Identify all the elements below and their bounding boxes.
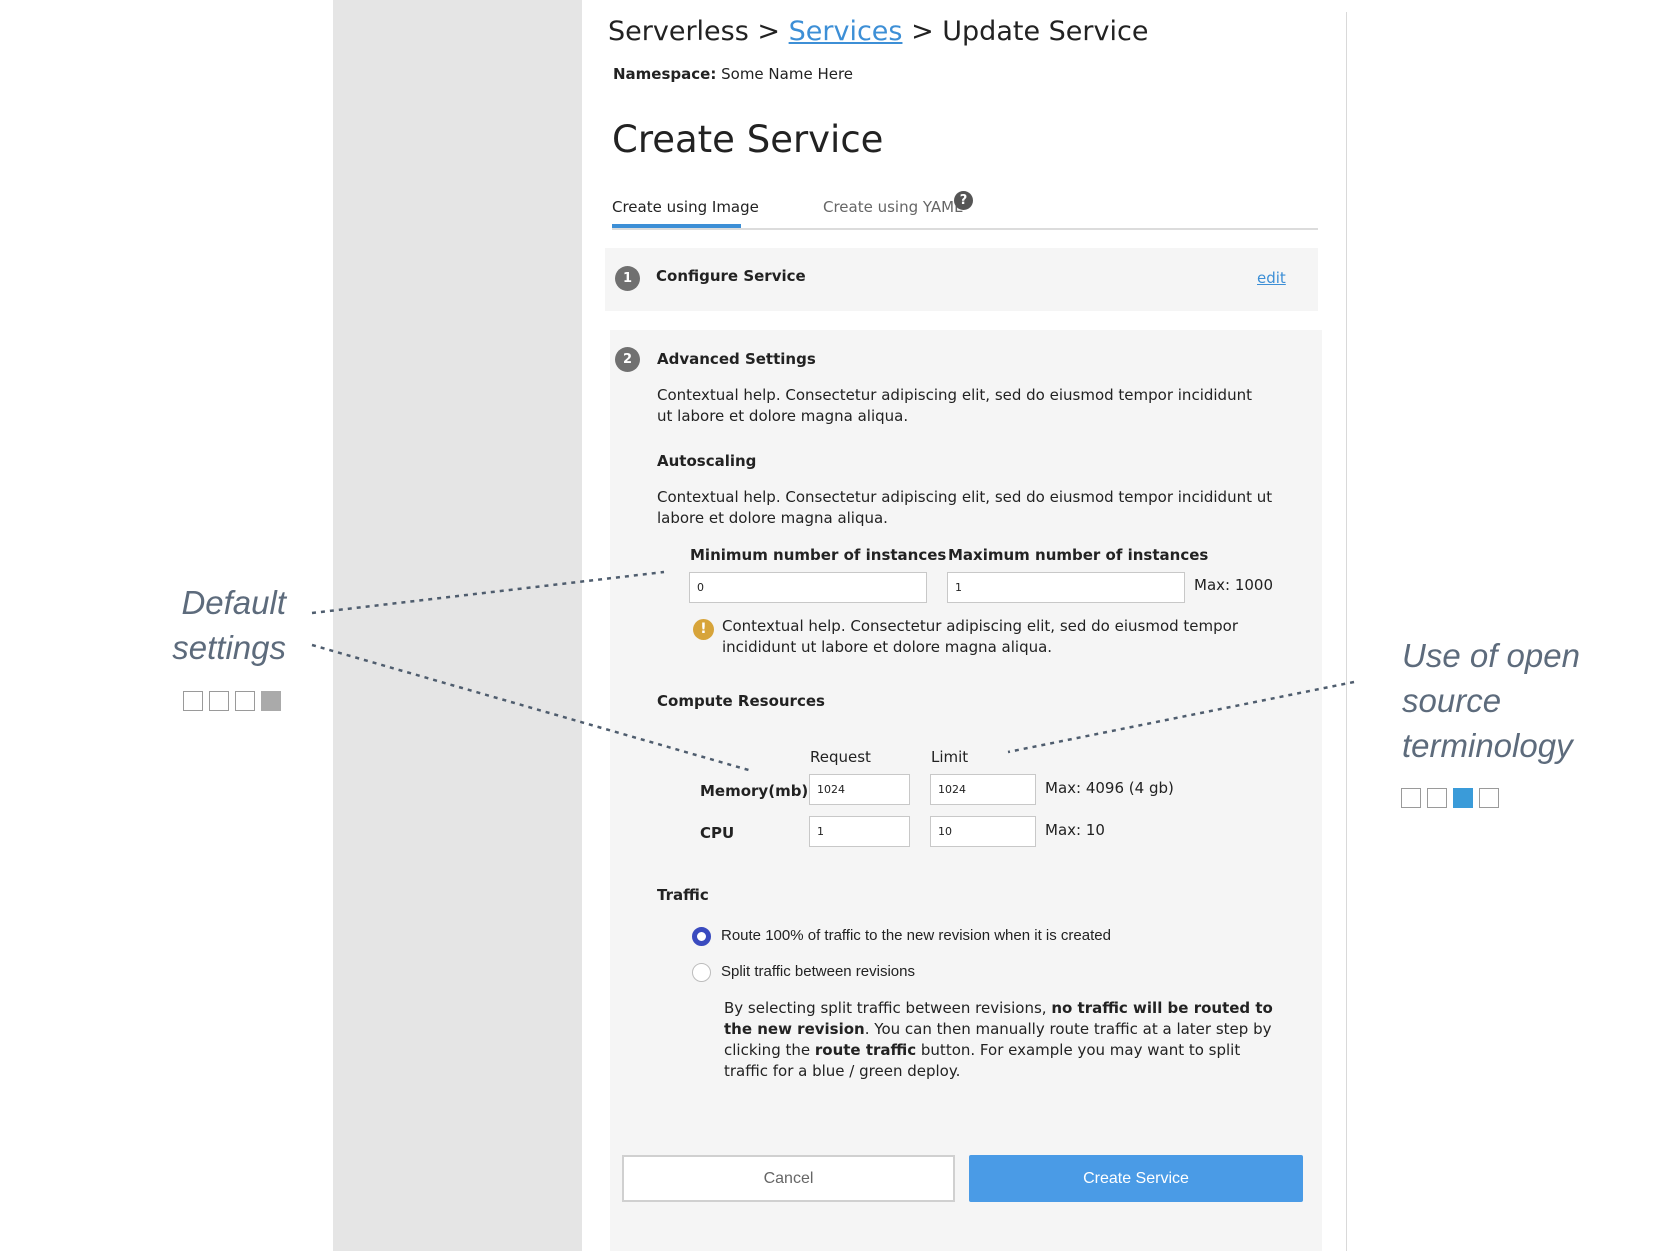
limit-column-header: Limit: [931, 748, 969, 766]
traffic-title: Traffic: [657, 886, 709, 904]
rating-square-filled: [261, 691, 281, 711]
edit-link[interactable]: edit: [1257, 269, 1286, 287]
left-gray-panel: [333, 0, 582, 1251]
min-instances-label: Minimum number of instances: [690, 546, 947, 564]
cpu-label: CPU: [700, 824, 735, 842]
memory-max-note: Max: 4096 (4 gb): [1045, 779, 1174, 797]
tab-create-using-image[interactable]: Create using Image: [612, 198, 759, 216]
split-traffic-label[interactable]: Split traffic between revisions: [721, 963, 915, 980]
compute-resources-title: Compute Resources: [657, 692, 825, 710]
rating-square: [1401, 788, 1421, 808]
active-tab-indicator: [612, 224, 741, 228]
cpu-max-note: Max: 10: [1045, 821, 1105, 839]
rating-square-filled: [1453, 788, 1473, 808]
annotation-line: settings: [172, 629, 286, 666]
breadcrumb-root: Serverless: [608, 16, 749, 47]
namespace-label: Namespace:: [613, 65, 717, 83]
request-column-header: Request: [810, 748, 871, 766]
annotation-line: Default: [181, 584, 286, 621]
cancel-button[interactable]: Cancel: [622, 1155, 955, 1202]
create-service-button[interactable]: Create Service: [969, 1155, 1303, 1202]
breadcrumb: Serverless > Services > Update Service: [608, 16, 1148, 47]
split-traffic-radio[interactable]: [692, 963, 711, 982]
autoscaling-title: Autoscaling: [657, 452, 757, 470]
max-instances-note: Max: 1000: [1194, 576, 1274, 594]
step-advanced-settings: 2 Advanced Settings Contextual help. Con…: [610, 330, 1322, 1251]
max-instances-label: Maximum number of instances: [948, 546, 1209, 564]
route-all-radio[interactable]: [692, 927, 711, 946]
annotation-default-settings: Default settings: [150, 580, 286, 670]
step-title: Configure Service: [656, 267, 806, 285]
max-instances-input[interactable]: 1: [947, 572, 1185, 603]
help-icon[interactable]: ?: [954, 191, 973, 210]
memory-limit-input[interactable]: 1024: [930, 774, 1036, 805]
annotation-line: Use of open: [1402, 637, 1580, 674]
rating-square: [1479, 788, 1499, 808]
tab-bar: Create using Image Create using YAML ?: [612, 190, 1318, 230]
cpu-request-input[interactable]: 1: [809, 816, 910, 847]
page-title: Create Service: [612, 118, 884, 161]
rating-square: [209, 691, 229, 711]
memory-label: Memory(mb): [700, 782, 809, 800]
namespace-line: Namespace: Some Name Here: [613, 65, 853, 83]
cpu-limit-input[interactable]: 10: [930, 816, 1036, 847]
annotation-line: source: [1402, 682, 1502, 719]
breadcrumb-separator: >: [911, 16, 934, 47]
namespace-value: Some Name Here: [721, 65, 854, 83]
annotation-line: terminology: [1402, 727, 1573, 764]
step-number-badge: 1: [615, 266, 640, 291]
split-traffic-description: By selecting split traffic between revis…: [724, 998, 1284, 1082]
tab-create-using-yaml[interactable]: Create using YAML: [823, 198, 962, 216]
annotation-open-source-terminology: Use of open source terminology: [1402, 633, 1642, 768]
rating-square: [235, 691, 255, 711]
rating-square: [1427, 788, 1447, 808]
autoscaling-warning-text: Contextual help. Consectetur adipiscing …: [722, 617, 1238, 656]
rating-square: [183, 691, 203, 711]
right-divider: [1346, 12, 1347, 1251]
step-configure-service: 1 Configure Service edit: [605, 248, 1318, 311]
autoscaling-help: Contextual help. Consectetur adipiscing …: [657, 488, 1273, 527]
route-all-label[interactable]: Route 100% of traffic to the new revisio…: [721, 927, 1111, 944]
warning-icon: !: [693, 619, 714, 640]
min-instances-input[interactable]: 0: [689, 572, 927, 603]
step-title: Advanced Settings: [657, 350, 816, 368]
desc-emphasis: route traffic: [814, 1041, 917, 1059]
breadcrumb-services-link[interactable]: Services: [789, 16, 903, 47]
step-number-badge: 2: [615, 347, 640, 372]
memory-request-input[interactable]: 1024: [809, 774, 910, 805]
desc-text: By selecting split traffic between revis…: [724, 999, 1052, 1017]
breadcrumb-separator: >: [757, 16, 781, 47]
breadcrumb-current: Update Service: [942, 16, 1149, 47]
advanced-settings-help: Contextual help. Consectetur adipiscing …: [657, 386, 1252, 425]
